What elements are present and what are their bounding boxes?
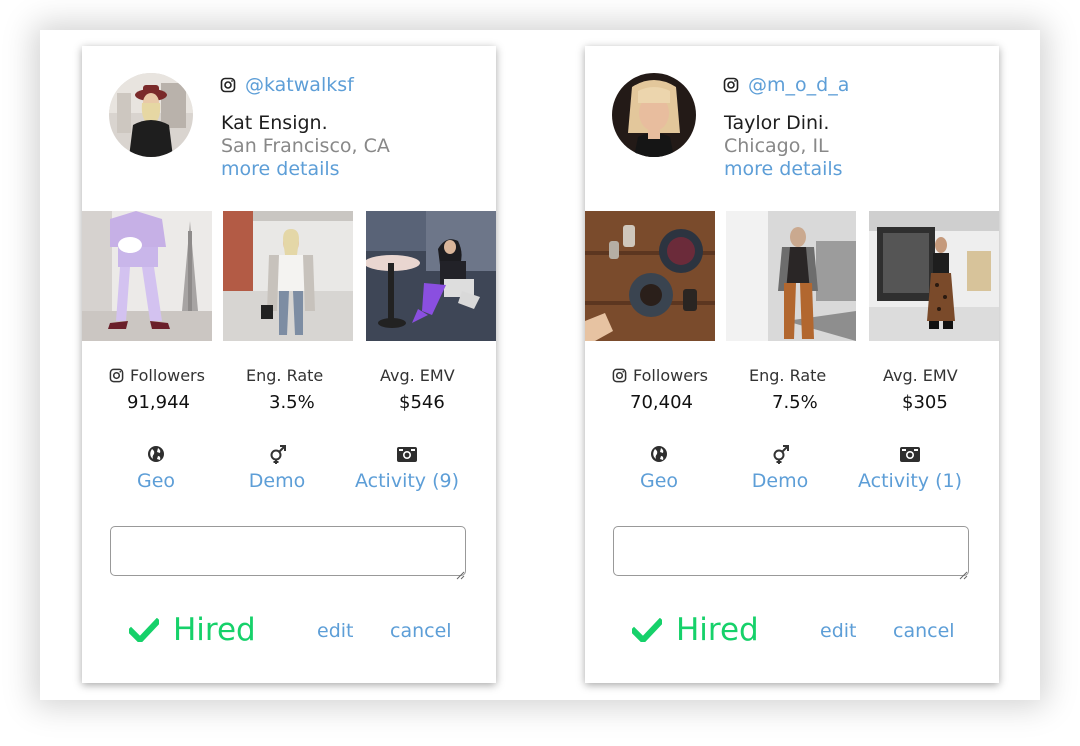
post-thumbnail[interactable] bbox=[82, 211, 212, 341]
geo-button[interactable]: Geo bbox=[629, 444, 689, 492]
activity-button[interactable]: Activity (1) bbox=[850, 444, 970, 492]
demo-button[interactable]: Demo bbox=[745, 444, 815, 492]
post-thumbnail[interactable] bbox=[223, 211, 353, 341]
followers-label: Followers bbox=[612, 366, 708, 385]
geo-button[interactable]: Geo bbox=[126, 444, 186, 492]
demo-label: Demo bbox=[248, 470, 306, 492]
eng-rate-value: 3.5% bbox=[269, 392, 315, 413]
instagram-icon bbox=[612, 368, 627, 383]
hired-label: Hired bbox=[173, 612, 256, 648]
photo-strip bbox=[82, 211, 496, 341]
instagram-handle-link[interactable]: @katwalksf bbox=[245, 74, 354, 96]
resize-grip-icon[interactable] bbox=[455, 565, 465, 580]
instagram-handle-link[interactable]: @m_o_d_a bbox=[748, 74, 849, 96]
notes-input[interactable] bbox=[110, 526, 466, 576]
edit-link[interactable]: edit bbox=[820, 620, 856, 642]
post-thumbnail[interactable] bbox=[366, 211, 496, 341]
eng-rate-label: Eng. Rate bbox=[246, 366, 324, 385]
globe-icon bbox=[650, 445, 668, 463]
influencer-card: @katwalksf Kat Ensign. San Francisco, CA… bbox=[82, 46, 496, 683]
stat-label-text: Followers bbox=[130, 366, 205, 385]
cancel-link[interactable]: cancel bbox=[390, 620, 452, 642]
instagram-icon bbox=[723, 77, 739, 93]
checkmark-icon bbox=[632, 618, 662, 642]
globe-icon bbox=[147, 445, 165, 463]
avg-emv-value: $305 bbox=[902, 392, 948, 413]
hired-label: Hired bbox=[676, 612, 759, 648]
activity-button[interactable]: Activity (9) bbox=[347, 444, 467, 492]
hired-status: Hired bbox=[129, 612, 256, 648]
demo-label: Demo bbox=[751, 470, 809, 492]
avg-emv-label: Avg. EMV bbox=[883, 366, 958, 385]
activity-label: Activity (1) bbox=[857, 470, 962, 492]
avg-emv-value: $546 bbox=[399, 392, 445, 413]
geo-label: Geo bbox=[136, 470, 176, 492]
post-thumbnail[interactable] bbox=[869, 211, 999, 341]
influencer-card: @m_o_d_a Taylor Dini. Chicago, IL more d… bbox=[585, 46, 999, 683]
camera-icon bbox=[899, 445, 921, 463]
edit-link[interactable]: edit bbox=[317, 620, 353, 642]
post-thumbnail[interactable] bbox=[585, 211, 715, 341]
handle-row: @katwalksf bbox=[220, 73, 354, 97]
influencer-location: Chicago, IL bbox=[724, 135, 829, 157]
photo-strip bbox=[585, 211, 999, 341]
hired-status: Hired bbox=[632, 612, 759, 648]
eng-rate-value: 7.5% bbox=[772, 392, 818, 413]
cancel-link[interactable]: cancel bbox=[893, 620, 955, 642]
instagram-icon bbox=[220, 77, 236, 93]
handle-row: @m_o_d_a bbox=[723, 73, 849, 97]
more-details-link[interactable]: more details bbox=[724, 158, 843, 180]
post-thumbnail[interactable] bbox=[726, 211, 856, 341]
more-details-link[interactable]: more details bbox=[221, 158, 340, 180]
followers-label: Followers bbox=[109, 366, 205, 385]
demo-button[interactable]: Demo bbox=[242, 444, 312, 492]
followers-value: 70,404 bbox=[630, 392, 693, 413]
avatar[interactable] bbox=[612, 73, 696, 157]
influencer-location: San Francisco, CA bbox=[221, 135, 390, 157]
influencer-name: Taylor Dini. bbox=[724, 112, 830, 134]
camera-icon bbox=[396, 445, 418, 463]
instagram-icon bbox=[109, 368, 124, 383]
followers-value: 91,944 bbox=[127, 392, 190, 413]
checkmark-icon bbox=[129, 618, 159, 642]
avatar[interactable] bbox=[109, 73, 193, 157]
gender-icon bbox=[771, 444, 789, 464]
influencer-name: Kat Ensign. bbox=[221, 112, 328, 134]
eng-rate-label: Eng. Rate bbox=[749, 366, 827, 385]
stat-label-text: Followers bbox=[633, 366, 708, 385]
avg-emv-label: Avg. EMV bbox=[380, 366, 455, 385]
activity-label: Activity (9) bbox=[354, 470, 459, 492]
geo-label: Geo bbox=[639, 470, 679, 492]
notes-input[interactable] bbox=[613, 526, 969, 576]
resize-grip-icon[interactable] bbox=[958, 565, 968, 580]
gender-icon bbox=[268, 444, 286, 464]
